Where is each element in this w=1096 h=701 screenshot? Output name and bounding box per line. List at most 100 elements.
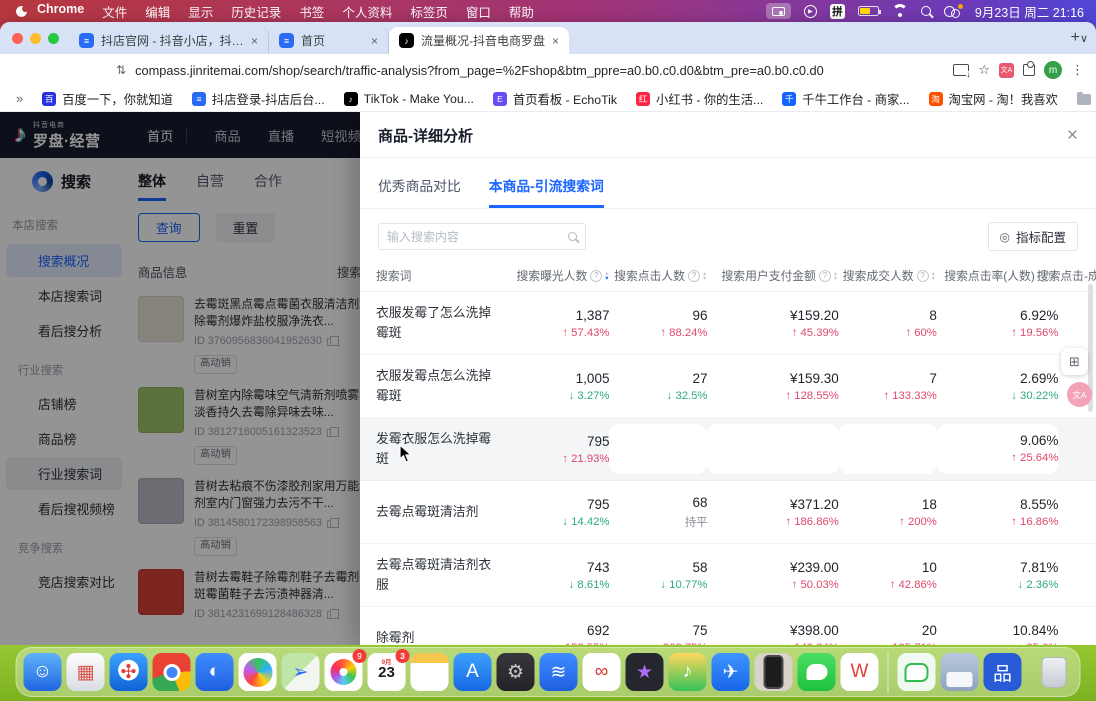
tab-overflow-chevron-icon[interactable]: ∨ xyxy=(1080,32,1088,45)
dock-item[interactable]: ♪ xyxy=(669,653,707,691)
dock-item[interactable]: ▦ xyxy=(67,653,105,691)
column-label: 搜索词 xyxy=(376,267,411,284)
zoom-window-button[interactable] xyxy=(48,33,59,44)
metric-config-button[interactable]: ◎ 指标配置 xyxy=(988,222,1079,251)
dock-item[interactable]: ∞ xyxy=(583,653,621,691)
tab-close-icon[interactable]: × xyxy=(371,34,378,48)
user-switch-icon[interactable] xyxy=(944,5,962,18)
bookmark-item[interactable]: 红 小红书 - 你的生活... xyxy=(636,90,763,108)
close-window-button[interactable] xyxy=(12,33,23,44)
new-tab-button[interactable]: + xyxy=(1071,29,1080,47)
menu-item[interactable]: 显示 xyxy=(188,2,213,21)
column-label: 搜索用户支付金额 xyxy=(722,267,816,284)
menu-item[interactable]: 帮助 xyxy=(509,2,534,21)
table-row[interactable]: 发霉衣服怎么洗掉霉斑 795↑ 21.93% 9.06%↑ 25.64% 8↓ xyxy=(360,418,1096,481)
minimize-window-button[interactable] xyxy=(30,33,41,44)
dock-item[interactable]: ☺ xyxy=(24,653,62,691)
tab-close-icon[interactable]: × xyxy=(552,34,559,48)
table-row[interactable]: 除霉剂 692↑ 152.55% 75↑ 368.75% ¥398.00↑ 14… xyxy=(360,607,1096,645)
bookmark-item[interactable]: 百 百度一下，你就知道 xyxy=(42,90,173,108)
dock-item[interactable]: ✈ xyxy=(712,653,750,691)
extensions-icon[interactable] xyxy=(1023,64,1035,76)
menu-item[interactable]: 个人资料 xyxy=(342,2,392,21)
dock-item[interactable]: ◐ xyxy=(196,653,234,691)
bookmark-star-icon[interactable]: ☆ xyxy=(978,62,990,78)
translate-icon[interactable]: 文A xyxy=(999,63,1014,78)
table-column-header[interactable]: 搜索曝光人数 ? ▴▾ xyxy=(501,267,608,284)
drawer-tab[interactable]: 本商品-引流搜索词 xyxy=(489,175,604,208)
browser-tab[interactable]: ♪ 流量概况-抖音电商罗盘 × xyxy=(389,27,569,54)
drawer-tab[interactable]: 优秀商品对比 xyxy=(378,175,461,208)
info-icon[interactable]: ? xyxy=(688,270,700,282)
menu-datetime[interactable]: 9月23日 周二 21:16 xyxy=(975,2,1084,21)
browser-tab[interactable]: ≡ 首页 × xyxy=(269,27,389,54)
dock-item[interactable]: ★ xyxy=(626,653,664,691)
menu-item[interactable]: Chrome xyxy=(37,2,84,21)
table-column-header[interactable]: 搜索词 ? ▴▾ xyxy=(376,267,501,284)
screen-record-icon[interactable]: ▶ xyxy=(804,5,817,18)
tab-close-icon[interactable]: × xyxy=(251,34,258,48)
table-column-header[interactable]: 搜索点击人数 ? ▴▾ xyxy=(609,267,707,284)
dock-item[interactable] xyxy=(798,653,836,691)
column-label: 搜索点击率(人数) xyxy=(944,267,1034,284)
info-icon[interactable]: ? xyxy=(819,270,831,282)
table-row[interactable]: 去霉点霉斑清洁剂 795↓ 14.42% 68持平 ¥371.20↑ 186.8… xyxy=(360,481,1096,544)
profile-avatar[interactable]: m xyxy=(1044,61,1062,79)
info-icon[interactable]: ? xyxy=(917,270,929,282)
dock-item[interactable] xyxy=(888,651,889,693)
dock-item[interactable]: ✣ xyxy=(110,653,148,691)
dock-item[interactable] xyxy=(755,653,793,691)
table-column-header[interactable]: 搜索用户支付金额 ? ▴▾ xyxy=(706,267,837,284)
dock-item[interactable]: ➢ xyxy=(282,653,320,691)
input-method-icon[interactable]: 拼 xyxy=(830,4,845,19)
menu-item[interactable]: 窗口 xyxy=(466,2,491,21)
browser-tab[interactable]: ≡ 抖店官网 - 抖音小店，抖音电... × xyxy=(69,27,269,54)
bookmark-item[interactable]: ≡ 抖店登录-抖店后台... xyxy=(192,90,325,108)
spotlight-search-icon[interactable] xyxy=(921,6,931,16)
dock-item[interactable] xyxy=(411,653,449,691)
dock-item[interactable]: 品 xyxy=(984,653,1022,691)
site-settings-icon[interactable]: ⇅ xyxy=(116,63,126,77)
bookmark-item[interactable]: E 首页看板 - EchoTik xyxy=(493,90,617,108)
install-app-icon[interactable] xyxy=(953,64,969,76)
table-column-header[interactable]: 搜索成交人数 ? ▴▾ xyxy=(837,267,935,284)
address-bar[interactable]: compass.jinritemai.com/shop/search/traff… xyxy=(135,63,944,78)
bookmark-item[interactable]: ♪ TikTok - Make You... xyxy=(344,92,474,106)
menu-item[interactable]: 文件 xyxy=(102,2,127,21)
table-row[interactable]: 衣服发霉了怎么洗掉霉斑 1,387↑ 57.43% 96↑ 88.24% ¥15… xyxy=(360,292,1096,355)
menu-item[interactable]: 标签页 xyxy=(410,2,448,21)
bookmark-item[interactable]: 千 千牛工作台 - 商家... xyxy=(782,90,909,108)
dock-item[interactable] xyxy=(898,653,936,691)
tab-title: 抖店官网 - 抖音小店，抖音电... xyxy=(101,32,244,49)
menu-item[interactable]: 历史记录 xyxy=(231,2,281,21)
table-column-header[interactable]: 搜索点击-成交率(人数) ? ▴▾ xyxy=(1056,267,1096,284)
bookmark-item[interactable]: 淘 淘宝网 - 淘！我喜欢 xyxy=(929,90,1058,108)
side-widget-icon[interactable]: ⊞ xyxy=(1061,348,1088,375)
keyword-search-input[interactable] xyxy=(387,230,562,244)
table-row[interactable]: 去霉点霉斑清洁剂衣服 743↓ 8.61% 58↓ 10.77% ¥239.00… xyxy=(360,544,1096,607)
dock-item[interactable]: ≋ xyxy=(540,653,578,691)
translate-float-icon[interactable]: 文A xyxy=(1067,382,1092,407)
battery-icon[interactable] xyxy=(858,6,879,16)
close-icon[interactable]: × xyxy=(1067,126,1078,145)
screen-share-icon[interactable] xyxy=(766,3,791,19)
dock-item[interactable]: A xyxy=(454,653,492,691)
info-icon[interactable]: ? xyxy=(590,270,602,282)
wifi-icon[interactable] xyxy=(892,5,908,17)
dock-item[interactable]: ⚙ xyxy=(497,653,535,691)
browser-menu-icon[interactable]: ⋮ xyxy=(1071,62,1084,78)
menu-item[interactable]: 书签 xyxy=(299,2,324,21)
bookmark-item[interactable]: AI大神 xyxy=(1077,90,1096,108)
dock-item[interactable] xyxy=(153,653,191,691)
dock-item[interactable] xyxy=(941,653,979,691)
dock-item[interactable]: 9月 23 3 xyxy=(368,653,406,691)
dock-item[interactable] xyxy=(1035,653,1073,691)
apple-logo-icon[interactable] xyxy=(16,6,27,17)
dock-item[interactable]: 9 xyxy=(325,653,363,691)
dock-item[interactable]: W xyxy=(841,653,879,691)
search-icon[interactable] xyxy=(568,232,577,241)
bookmarks-overflow-icon[interactable]: » xyxy=(16,91,23,106)
menu-item[interactable]: 编辑 xyxy=(145,2,170,21)
table-row[interactable]: 衣服发霉点怎么洗掉霉斑 1,005↓ 3.27% 27↓ 32.5% ¥159.… xyxy=(360,355,1096,418)
dock-item[interactable] xyxy=(239,653,277,691)
